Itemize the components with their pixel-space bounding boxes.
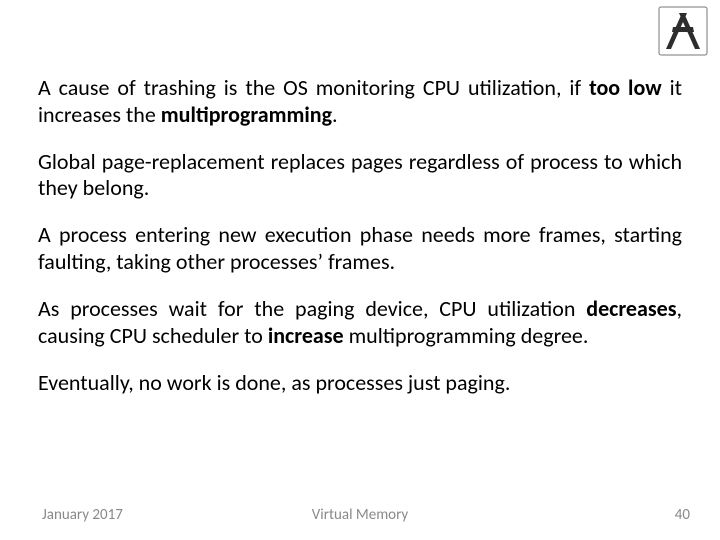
slide-body: A cause of trashing is the OS monitoring…	[38, 75, 682, 416]
institution-logo-icon	[658, 6, 708, 56]
text: As processes wait for the paging device,…	[38, 295, 586, 322]
text: multiprogramming degree.	[344, 322, 589, 349]
paragraph-3: A process entering new execution phase n…	[38, 222, 682, 276]
bold-text: multiprogramming	[161, 101, 332, 128]
text: A cause of trashing is the OS monitoring…	[38, 74, 589, 101]
paragraph-4: As processes wait for the paging device,…	[38, 296, 682, 350]
bold-text: decreases	[586, 295, 676, 322]
paragraph-2: Global page-replacement replaces pages r…	[38, 149, 682, 203]
paragraph-1: A cause of trashing is the OS monitoring…	[38, 75, 682, 129]
slide: A cause of trashing is the OS monitoring…	[0, 0, 720, 540]
slide-footer: January 2017 Virtual Memory 40	[0, 506, 720, 526]
text: .	[332, 101, 338, 128]
footer-page-number: 40	[675, 506, 690, 524]
footer-title: Virtual Memory	[0, 506, 720, 524]
bold-text: too low	[589, 74, 662, 101]
paragraph-5: Eventually, no work is done, as processe…	[38, 370, 682, 397]
bold-text: increase	[268, 322, 344, 349]
